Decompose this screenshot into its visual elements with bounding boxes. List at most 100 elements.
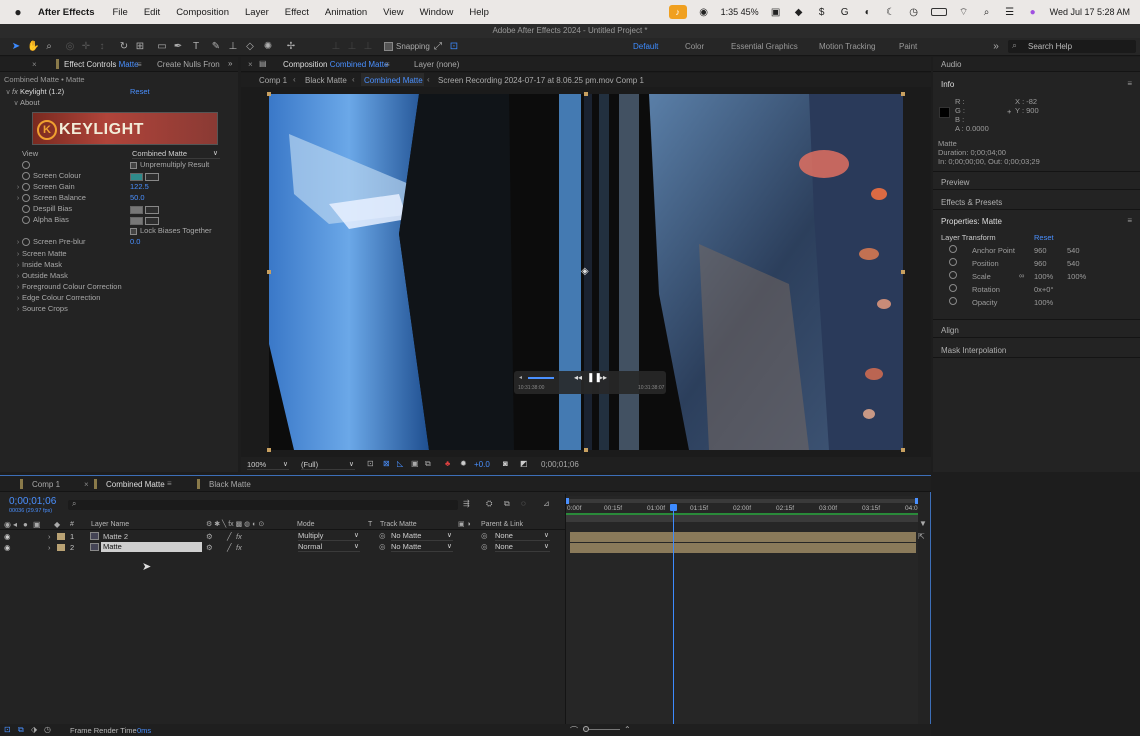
keylight-effect-header[interactable]: ∨fx Keylight (1.2) Reset	[4, 87, 236, 98]
video-switch-icon[interactable]: ◉	[4, 520, 11, 529]
layer-bar-matte-2[interactable]	[570, 532, 916, 542]
time-navigator[interactable]	[566, 498, 918, 504]
time-zoom-slider[interactable]	[584, 729, 620, 730]
in-out-toggle-icon[interactable]: ⬗	[31, 725, 37, 734]
parent-pickwhip-icon[interactable]: ◎	[481, 531, 488, 540]
track-matte-dropdown[interactable]: No Matte ∨	[391, 531, 453, 541]
battery-status[interactable]: 1:35 45%	[721, 7, 759, 17]
scale-x-value[interactable]: 100%	[1034, 272, 1053, 281]
tab-comp1[interactable]: Comp 1	[32, 480, 60, 489]
playhead-handle[interactable]	[670, 504, 677, 511]
tab-menu-icon[interactable]: ≡	[167, 479, 172, 488]
layer-row[interactable]: ◉ › 1 Matte 2 ⚙ ╱ fx Multiply ∨ ◎ No Matt…	[0, 531, 565, 542]
eye-icon[interactable]: ◉	[4, 543, 11, 552]
eye-icon[interactable]: ◉	[4, 532, 11, 541]
snapshot-icon[interactable]: ◙	[503, 459, 508, 468]
view-axis-icon[interactable]: ⊥	[362, 41, 374, 53]
screen-preblur-value[interactable]: 0.0	[130, 237, 140, 246]
snap-grid-icon[interactable]: ⊡	[448, 41, 460, 53]
audio-switch-icon[interactable]: ◂	[13, 520, 17, 529]
menu-edit[interactable]: Edit	[144, 7, 160, 18]
rotate-tool-icon[interactable]: ↻	[118, 41, 130, 53]
close-tab-icon[interactable]: ×	[32, 60, 37, 69]
stopwatch-icon[interactable]	[22, 216, 30, 225]
expand-icon[interactable]: ›	[14, 239, 22, 246]
apple-icon[interactable]: ●	[12, 5, 24, 19]
group-source-crops[interactable]: › Source Crops	[14, 304, 246, 315]
collapse-icon[interactable]: ∨	[4, 88, 12, 96]
stopwatch-icon[interactable]	[22, 194, 30, 203]
stopwatch-icon[interactable]	[949, 245, 957, 253]
anchor-x-value[interactable]: 960	[1034, 246, 1047, 255]
properties-panel-header[interactable]: Properties: Matte ≡	[933, 213, 1140, 228]
graph-editor-icon[interactable]: ⊿	[543, 499, 550, 508]
mask-interpolation-panel-header[interactable]: Mask Interpolation	[933, 341, 1140, 358]
close-tab-icon[interactable]: ×	[84, 480, 89, 489]
tab-menu-icon[interactable]: ≡	[385, 60, 390, 69]
solo-switch-icon[interactable]: ●	[23, 520, 28, 529]
zoom-tool-icon[interactable]: ⌕	[43, 41, 55, 53]
region-of-interest-icon[interactable]: ⊡	[367, 459, 374, 468]
about-row[interactable]: ∨About	[12, 98, 244, 109]
axis-mode-icon[interactable]: ⊥	[330, 41, 342, 53]
battery-icon[interactable]	[930, 8, 947, 16]
mode-dropdown[interactable]: Normal ∨	[298, 542, 360, 552]
align-panel-header[interactable]: Align	[933, 321, 1140, 338]
stopwatch-icon[interactable]	[22, 183, 30, 192]
layer-row[interactable]: ◉ › 2 Matte ⚙ ╱ fx Normal ∨ ◎ No Matte ∨ ◎…	[0, 542, 565, 553]
quality-switch-icon[interactable]: ╱	[227, 543, 232, 552]
eyedropper-icon[interactable]	[145, 173, 159, 182]
fx-switch-icon[interactable]: fx	[236, 543, 242, 552]
snap-feature-icon[interactable]: ⤢	[432, 41, 444, 53]
transform-handle[interactable]	[901, 448, 905, 452]
more-workspaces-icon[interactable]: »	[990, 41, 1002, 53]
search-icon[interactable]: ⌕	[981, 6, 993, 18]
menu-file[interactable]: File	[113, 7, 128, 18]
layer-bar-matte[interactable]	[570, 543, 916, 553]
hand-tool-icon[interactable]: ✋	[27, 41, 39, 53]
preview-panel-header[interactable]: Preview	[933, 173, 1140, 190]
bookmark-icon[interactable]: ◆	[793, 6, 805, 18]
expand-layer-icon[interactable]: ›	[48, 543, 51, 552]
tab-effect-controls[interactable]: Effect Controls Matte	[64, 60, 139, 69]
label-color-swatch[interactable]	[57, 544, 65, 551]
lock-switch-icon[interactable]: ▣	[33, 520, 41, 529]
moon-icon[interactable]: ☾	[885, 6, 897, 18]
datetime[interactable]: Wed Jul 17 5:28 AM	[1050, 7, 1130, 17]
zoom-dropdown[interactable]: 100% ∨	[247, 460, 289, 470]
stopwatch-icon[interactable]	[949, 271, 957, 279]
view-dropdown[interactable]: Combined Matte ∨	[132, 149, 220, 159]
search-help-box[interactable]: ⌕ Search Help	[1008, 40, 1136, 53]
stopwatch-icon[interactable]	[949, 297, 957, 305]
comp-mini-flowchart-icon[interactable]: ⇶	[463, 499, 470, 508]
unpremultiply-checkbox-group[interactable]: Unpremultiply Result	[130, 160, 209, 169]
opacity-value[interactable]: 100%	[1034, 298, 1053, 307]
menu-composition[interactable]: Composition	[176, 7, 229, 18]
shy-layers-icon[interactable]: ⧉	[504, 499, 510, 509]
creative-cloud-icon[interactable]: ◉	[698, 6, 710, 18]
brush-tool-icon[interactable]: ✎	[210, 41, 222, 53]
collapse-switch-icon[interactable]: ⚙	[206, 532, 213, 541]
viewer-timecode[interactable]: 0;00;01;06	[541, 460, 579, 469]
pickwhip-icon[interactable]: ◎	[379, 542, 386, 551]
expand-icon[interactable]: ›	[14, 273, 22, 280]
mask-visibility-icon[interactable]: ◺	[397, 459, 403, 468]
resolution-dropdown[interactable]: (Full) ∨	[301, 460, 355, 470]
rotation-value[interactable]: 0x+0°	[1034, 285, 1053, 294]
draft-3d-icon[interactable]: ⛭	[486, 499, 492, 509]
show-channel-icon[interactable]: ◩	[520, 459, 528, 468]
label-column-icon[interactable]: ◆	[54, 520, 60, 529]
color-channel-icon[interactable]: ♣	[445, 459, 450, 468]
menu-effect[interactable]: Effect	[285, 7, 309, 18]
transform-handle[interactable]	[584, 448, 588, 452]
menu-animation[interactable]: Animation	[325, 7, 367, 18]
clock-icon[interactable]: ◷	[908, 6, 920, 18]
render-time-toggle-icon[interactable]: ◷	[44, 725, 51, 734]
menu-window[interactable]: Window	[420, 7, 454, 18]
anchor-y-value[interactable]: 540	[1067, 246, 1080, 255]
fx-icon[interactable]: fx	[12, 87, 18, 96]
fx-switch-icon[interactable]: fx	[236, 532, 242, 541]
navigator-start-handle[interactable]	[566, 498, 569, 504]
control-center-icon[interactable]: ☰	[1004, 6, 1016, 18]
parent-dropdown[interactable]: None ∨	[495, 531, 550, 541]
